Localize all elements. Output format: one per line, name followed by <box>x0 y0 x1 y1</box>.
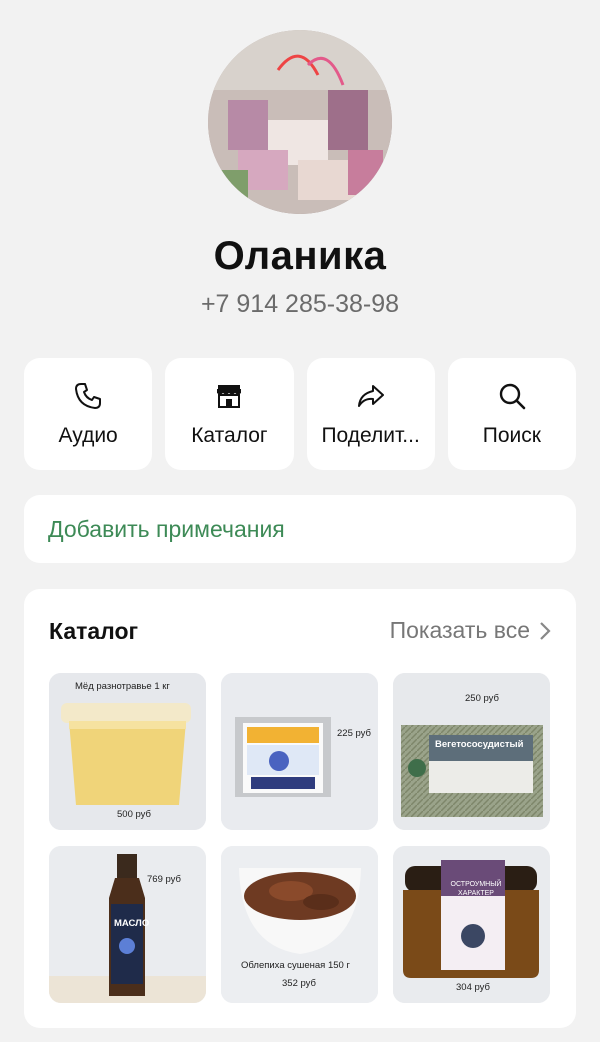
catalog-item[interactable]: Облепиха сушеная 150 г 352 руб <box>221 846 378 1003</box>
contact-phone: +7 914 285-38-98 <box>200 290 400 318</box>
honey-jar-image <box>49 673 206 830</box>
package-text: Вегетососудистый <box>435 739 524 750</box>
share-label: Поделит... <box>321 424 420 447</box>
catalog-grid: Мёд разнотравье 1 кг 500 руб 225 руб Вег… <box>49 673 551 1003</box>
action-bar: Аудио Каталог Поделит... Поиск <box>24 358 576 470</box>
audio-label: Аудио <box>58 424 118 447</box>
item-price: 304 руб <box>456 982 490 993</box>
item-price: 769 руб <box>147 874 181 885</box>
add-notes-button[interactable]: Добавить примечания <box>24 495 576 563</box>
catalog-title: Каталог <box>49 618 139 644</box>
item-price: 500 руб <box>117 809 151 820</box>
label-text: ОСТРОУМНЫЙ ХАРАКТЕР <box>450 881 502 897</box>
search-label: Поиск <box>482 424 541 447</box>
show-all-label: Показать все <box>389 617 530 643</box>
catalog-button[interactable]: Каталог <box>165 358 294 470</box>
catalog-item[interactable]: Мёд разнотравье 1 кг 500 руб <box>49 673 206 830</box>
bottle-text: МАСЛО <box>114 918 150 929</box>
contact-name: Оланика <box>213 234 387 278</box>
item-caption: Облепиха сушеная 150 г <box>241 960 350 971</box>
catalog-item[interactable]: 225 руб <box>221 673 378 830</box>
jar-image <box>393 846 550 1003</box>
item-price: 352 руб <box>282 978 316 989</box>
catalog-label: Каталог <box>191 424 268 447</box>
search-button[interactable]: Поиск <box>447 358 576 470</box>
item-caption: Мёд разнотравье 1 кг <box>75 681 170 692</box>
halva-package-image <box>221 673 378 830</box>
show-all-link[interactable]: Показать все <box>390 617 552 644</box>
item-price: 225 руб <box>337 728 371 739</box>
chevron-right-icon <box>540 621 551 640</box>
phone-icon <box>72 380 104 412</box>
search-icon <box>496 380 528 412</box>
storefront-icon <box>213 380 245 412</box>
catalog-item[interactable]: МАСЛО 769 руб <box>49 846 206 1003</box>
catalog-item[interactable]: ОСТРОУМНЫЙ ХАРАКТЕР 304 руб <box>393 846 550 1003</box>
avatar-photo <box>208 30 392 214</box>
share-button[interactable]: Поделит... <box>306 358 435 470</box>
audio-call-button[interactable]: Аудио <box>24 358 153 470</box>
catalog-item[interactable]: Вегетососудистый 250 руб <box>393 673 550 830</box>
share-icon <box>355 380 387 412</box>
item-price: 250 руб <box>465 693 499 704</box>
catalog-section: Каталог Показать все Мёд разнотравье 1 к… <box>24 589 576 1028</box>
profile-avatar[interactable] <box>208 30 392 214</box>
